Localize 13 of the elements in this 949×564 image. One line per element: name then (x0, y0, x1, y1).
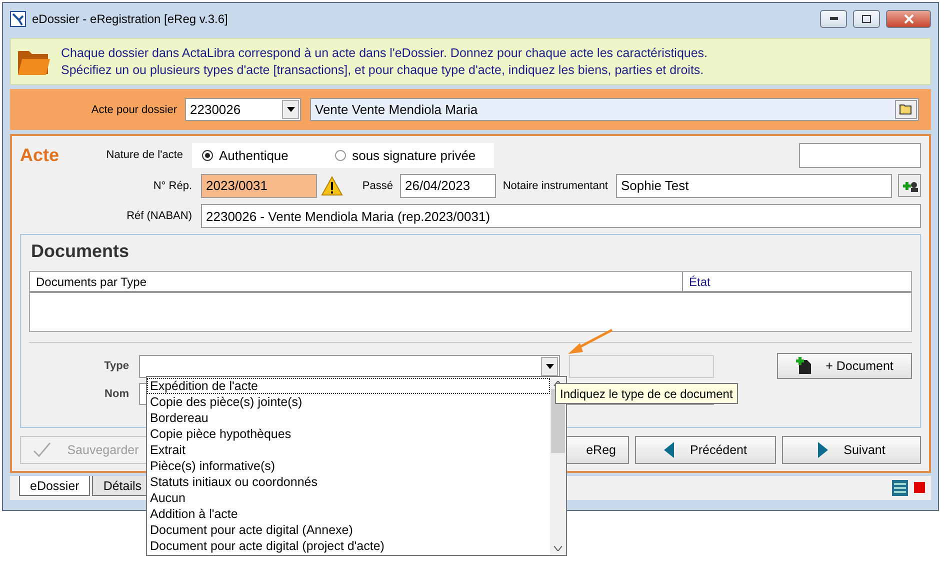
field-label: N° Rép. (152, 180, 193, 192)
tooltip: Indiquez le type de ce document (555, 383, 738, 404)
field-label: Acte pour dossier (90, 104, 178, 116)
section-title: Acte (20, 144, 60, 166)
field-label: Passé (361, 180, 394, 192)
field-label: Notaire instrumentant (502, 180, 609, 192)
section-title: Documents (31, 241, 130, 262)
field-label: Nature de l'acte (105, 149, 184, 161)
info-text: Chaque dossier dans ActaLibra correspond à un acte dans l'eDossier. Donnez pour chaque acte les caractéristiques. Spécifiez un ou plusieurs types d'acte [transactions], et pour chaque type d'acte, indiquez les biens, parties et droits. (61, 44, 708, 78)
field-label: Réf (NABAN) (126, 210, 193, 222)
field-label: Type (103, 360, 130, 372)
field-label: Nom (104, 388, 130, 400)
window-title: eDossier - eRegistration [eReg v.3.6] (32, 12, 229, 26)
